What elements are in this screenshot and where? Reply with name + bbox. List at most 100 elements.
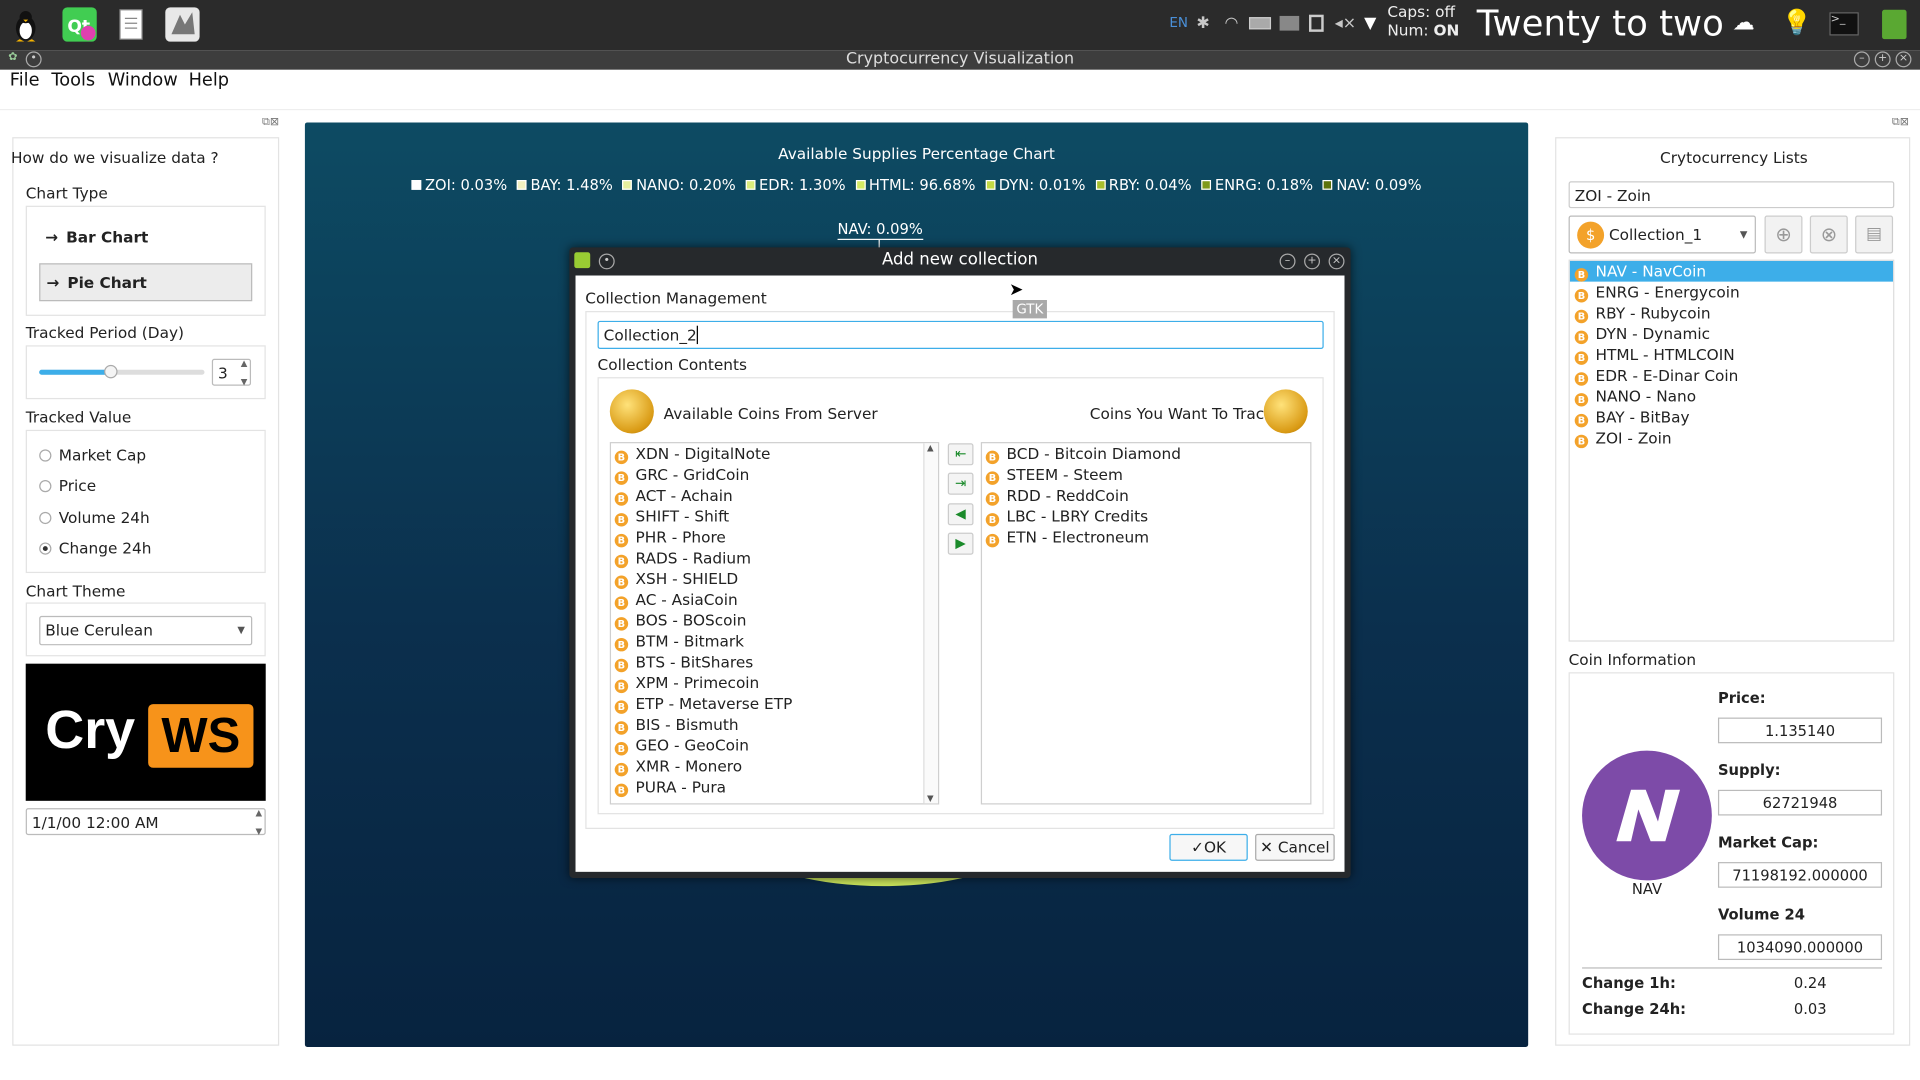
spin-arrows-icon[interactable]: ▲ ▼ xyxy=(241,355,248,392)
list-item[interactable]: B NANO - Nano xyxy=(1570,386,1893,407)
collection-name-input[interactable]: Collection_2 xyxy=(597,320,1324,349)
dock-float-icon[interactable]: ⧉⊠ xyxy=(262,116,279,128)
battery-icon[interactable] xyxy=(1248,17,1272,30)
pie-chart-button[interactable]: → Pie Chart xyxy=(39,263,253,302)
close-icon[interactable]: × xyxy=(1328,253,1345,270)
coin-search-value: ZOI - Zoin xyxy=(1574,186,1651,205)
list-item[interactable]: B BOS - BOScoin xyxy=(611,610,938,631)
add-collection-button[interactable]: ⊕ xyxy=(1764,215,1803,254)
list-item[interactable]: B PURA - Pura xyxy=(611,776,938,798)
tux-launcher-icon[interactable] xyxy=(9,7,43,42)
coin-search-input[interactable]: ZOI - Zoin xyxy=(1568,181,1895,209)
available-list-scrollbar[interactable]: ▲ ▼ xyxy=(923,443,938,804)
radio-price[interactable]: Price xyxy=(39,476,96,495)
move-left-button[interactable]: ◀ xyxy=(947,503,974,526)
list-item[interactable]: B AC - AsiaCoin xyxy=(611,589,938,610)
list-item[interactable]: B ACT - Achain xyxy=(611,485,938,506)
trash-icon[interactable] xyxy=(1882,9,1907,40)
list-item[interactable]: B BAY - BitBay xyxy=(1570,407,1893,428)
volume-muted-icon[interactable]: ◂× xyxy=(1335,15,1356,33)
move-right-button[interactable]: ▶ xyxy=(947,532,974,555)
gimp-icon[interactable] xyxy=(165,7,200,42)
datetime-edit[interactable]: 1/1/00 12:00 AM ▲ ▼ xyxy=(25,808,266,836)
list-item[interactable]: B PHR - Phore xyxy=(611,527,938,548)
period-slider-fill xyxy=(39,369,111,375)
arrow-right-icon: → xyxy=(45,227,59,247)
list-item[interactable]: B EDR - E-Dinar Coin xyxy=(1570,365,1893,386)
list-item[interactable]: B XSH - SHIELD xyxy=(611,568,938,589)
lightbulb-icon[interactable]: 💡 xyxy=(1782,7,1812,36)
period-slider-handle[interactable] xyxy=(104,364,118,379)
list-item[interactable]: B ZOI - Zoin xyxy=(1570,427,1893,449)
list-item[interactable]: B ENRG - Energycoin xyxy=(1570,282,1893,303)
cancel-button[interactable]: ✕ Cancel xyxy=(1255,833,1335,861)
list-item[interactable]: B XDN - DigitalNote xyxy=(611,443,938,465)
radio-market-cap[interactable]: Market Cap xyxy=(39,446,146,464)
list-item[interactable]: B ETN - Electroneum xyxy=(982,527,1310,548)
list-item[interactable]: B RDD - ReddCoin xyxy=(982,485,1310,506)
list-item[interactable]: B BTS - BitShares xyxy=(611,651,938,673)
minimize-icon[interactable]: – xyxy=(1279,253,1296,270)
add-selected-button[interactable]: ⇥ xyxy=(947,472,974,495)
wifi-icon[interactable]: ◠ xyxy=(1225,15,1239,33)
collection-select[interactable]: $ Collection_1 ▼ xyxy=(1568,215,1756,254)
menu-window[interactable]: Window xyxy=(108,71,178,91)
list-item[interactable]: B GRC - GridCoin xyxy=(611,464,938,485)
network-menu-icon[interactable]: ▼ xyxy=(1364,15,1376,33)
list-item[interactable]: B BIS - Bismuth xyxy=(611,714,938,735)
add-all-button[interactable]: ⇤ xyxy=(947,443,974,466)
market-cap-value: 71198192.000000 xyxy=(1717,862,1883,888)
scroll-down-icon[interactable]: ▼ xyxy=(927,793,934,803)
terminal-icon[interactable]: >_ xyxy=(1829,12,1859,36)
menu-help[interactable]: Help xyxy=(189,71,229,91)
list-item[interactable]: B STEEM - Steem xyxy=(982,464,1310,485)
qt-creator-icon[interactable]: Qt xyxy=(62,7,97,42)
window-menu-icon[interactable]: • xyxy=(25,51,42,68)
list-item[interactable]: B XMR - Monero xyxy=(611,756,938,777)
maximize-icon[interactable]: + xyxy=(1304,253,1321,270)
list-item[interactable]: B DYN - Dynamic xyxy=(1570,323,1893,345)
list-item-label: STEEM - Steem xyxy=(1006,465,1123,484)
mouse-cursor-icon: ➤ xyxy=(1008,280,1024,301)
list-item[interactable]: B NAV - NavCoin xyxy=(1569,260,1894,282)
menu-file[interactable]: File xyxy=(10,71,40,91)
theme-select[interactable]: Blue Cerulean ▼ xyxy=(39,615,253,646)
tracked-coins-list[interactable]: B BCD - Bitcoin Diamond B STEEM - Steem B RDD… xyxy=(980,442,1312,805)
list-item[interactable]: B BCD - Bitcoin Diamond xyxy=(982,443,1310,465)
spin-arrows-icon[interactable]: ▲ ▼ xyxy=(255,804,262,841)
available-coins-list[interactable]: B XDN - DigitalNote B GRC - GridCoin B ACT - … xyxy=(609,442,940,805)
text-editor-icon[interactable] xyxy=(114,7,148,41)
chevron-down-icon: ▼ xyxy=(237,624,245,636)
bar-chart-button[interactable]: → Bar Chart xyxy=(39,219,252,257)
radio-change-24h[interactable]: Change 24h xyxy=(39,539,151,557)
list-item[interactable]: B BTM - Bitmark xyxy=(611,631,938,652)
radio-volume-24h[interactable]: Volume 24h xyxy=(39,508,150,527)
menu-tools[interactable]: Tools xyxy=(51,71,95,91)
close-icon[interactable]: × xyxy=(1895,51,1912,68)
delete-collection-button[interactable]: ⊗ xyxy=(1809,215,1848,254)
list-item[interactable]: B SHIFT - Shift xyxy=(611,506,938,527)
edit-collection-button[interactable]: ▤ xyxy=(1855,215,1894,254)
list-item[interactable]: B GEO - GeoCoin xyxy=(611,735,938,756)
coin-list[interactable]: B NAV - NavCoin B ENRG - Energycoin B RBY - R… xyxy=(1568,259,1895,642)
list-item[interactable]: B XPM - Primecoin xyxy=(611,672,938,694)
list-item[interactable]: B LBC - LBRY Credits xyxy=(982,506,1310,527)
list-item[interactable]: B ETP - Metaverse ETP xyxy=(611,693,938,714)
maximize-icon[interactable]: + xyxy=(1874,51,1891,68)
scroll-up-icon[interactable]: ▲ xyxy=(927,443,934,453)
ok-button[interactable]: ✓OK xyxy=(1169,833,1248,861)
bluetooth-icon[interactable]: ✱ xyxy=(1196,15,1209,33)
clipboard-icon[interactable] xyxy=(1308,14,1324,32)
display-icon[interactable] xyxy=(1279,15,1300,31)
clock[interactable]: Twenty to two xyxy=(1477,2,1724,44)
language-indicator[interactable]: EN xyxy=(1169,15,1188,31)
list-item[interactable]: B HTML - HTMLCOIN xyxy=(1570,344,1893,365)
list-item[interactable]: B RADS - Radium xyxy=(611,547,938,569)
top-panel: Qt EN ✱ ◠ ◂× ▼ Caps: off Num: ON Twenty … xyxy=(0,0,1920,51)
weather-icon[interactable]: ☁ xyxy=(1733,10,1755,36)
period-slider-track[interactable] xyxy=(39,364,205,379)
minimize-icon[interactable]: – xyxy=(1853,51,1870,68)
dock-float-icon[interactable]: ⧉⊠ xyxy=(1892,116,1909,128)
list-item[interactable]: B RBY - Rubycoin xyxy=(1570,302,1893,324)
period-spinbox[interactable]: 3 ▲ ▼ xyxy=(211,358,252,387)
